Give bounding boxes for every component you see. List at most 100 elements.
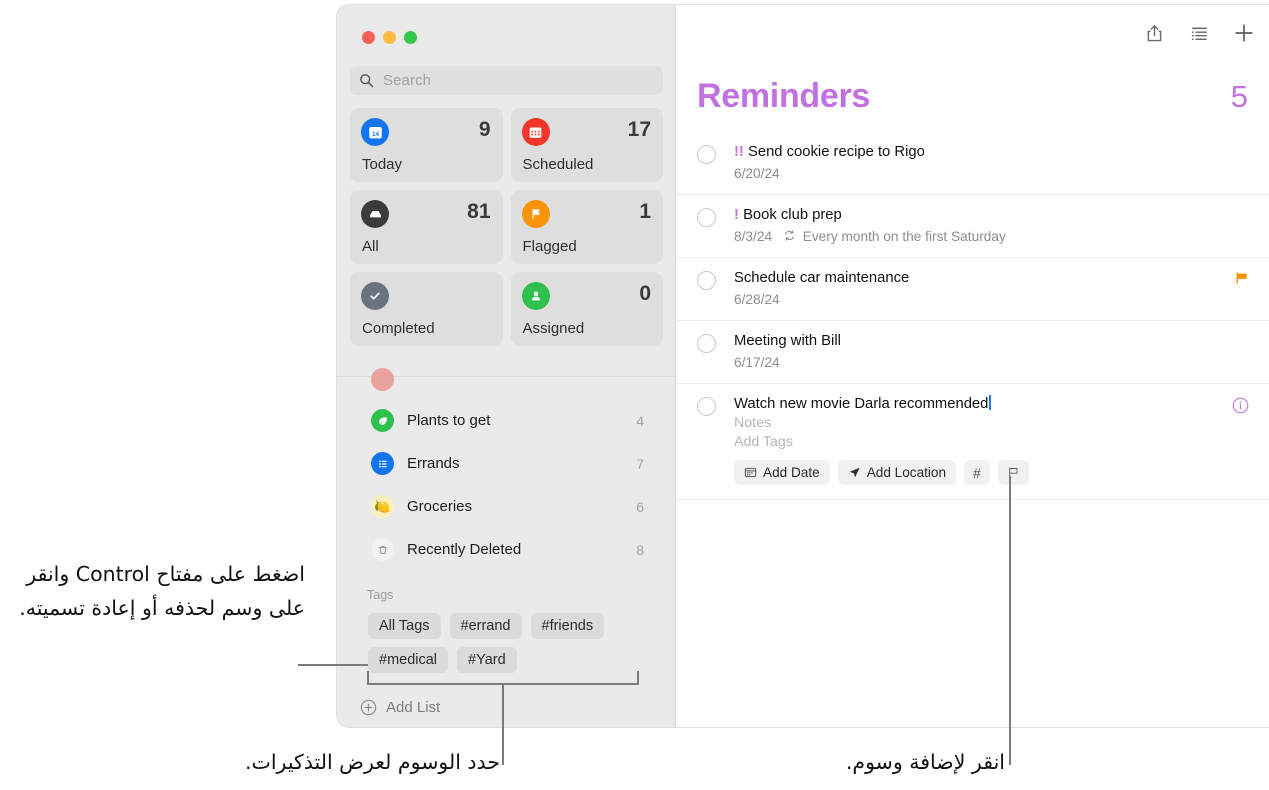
smart-list-count: 81: [467, 200, 491, 223]
plus-circle-icon: [360, 699, 377, 716]
smart-list-completed[interactable]: Completed: [350, 272, 503, 346]
complete-circle-button[interactable]: [697, 334, 716, 353]
callout-leader-line-add-tags: [1009, 476, 1011, 765]
smart-list-scheduled[interactable]: 17 Scheduled: [510, 108, 663, 182]
smart-list-label: All: [362, 238, 379, 255]
list-item[interactable]: Plants to get 4: [337, 399, 675, 442]
lemon-icon: 🍋: [371, 495, 394, 518]
smart-list-count: 1: [639, 200, 651, 223]
share-icon[interactable]: [1143, 22, 1165, 44]
user-lists-section[interactable]: Plants to get 4 Errands 7 🍋 Groceries 6 …: [337, 366, 675, 571]
reminder-row[interactable]: Meeting with Bill 6/17/24: [676, 321, 1269, 384]
reminder-title: Book club prep: [743, 207, 842, 223]
plus-icon[interactable]: [1233, 22, 1255, 44]
callout-click-add-tags: انقر لإضافة وسوم.: [845, 750, 1005, 774]
add-list-button[interactable]: Add List: [337, 687, 675, 727]
smart-list-assigned[interactable]: 0 Assigned: [510, 272, 663, 346]
reminder-row[interactable]: !! Send cookie recipe to Rigo 6/20/24: [676, 132, 1269, 195]
tag-all-tags[interactable]: All Tags: [368, 613, 441, 639]
add-location-label: Add Location: [866, 465, 947, 480]
calendar-scheduled-icon: [521, 118, 550, 146]
add-tag-button[interactable]: #: [964, 460, 990, 485]
location-arrow-icon: [848, 466, 861, 479]
callout-leader-line-tags-control: [298, 664, 368, 666]
add-tags-placeholder[interactable]: Add Tags: [734, 433, 1235, 452]
screenshot-root: Search 14 9 Today 17 Scheduled 81 All 1 …: [0, 0, 1269, 790]
add-list-label: Add List: [386, 698, 441, 716]
flag-icon: [1235, 271, 1249, 285]
smart-list-label: Scheduled: [522, 156, 594, 173]
calendar-icon: [744, 466, 757, 479]
reminder-title-line[interactable]: Watch new movie Darla recommended: [734, 395, 1235, 414]
bulleted-list-icon: [371, 452, 394, 475]
reminders-content-panel: Reminders 5 !! Send cookie recipe to Rig…: [676, 5, 1269, 727]
info-circle-icon[interactable]: [1232, 397, 1249, 414]
reminder-title: Watch new movie Darla recommended: [734, 396, 989, 412]
text-cursor: [989, 395, 991, 410]
reminder-date: 8/3/24: [734, 229, 773, 244]
priority-marker: !!: [734, 144, 744, 160]
minimize-button[interactable]: [383, 31, 396, 44]
add-location-button[interactable]: Add Location: [837, 460, 957, 485]
list-item-count: 4: [636, 412, 644, 429]
callout-bracket-right-tick: [637, 671, 639, 685]
tag-yard[interactable]: #Yard: [457, 647, 517, 673]
flag-button[interactable]: [997, 460, 1029, 485]
sort-list-icon[interactable]: [1188, 22, 1210, 44]
window-traffic-lights: [362, 31, 417, 44]
list-item-count: 8: [636, 541, 644, 558]
reminder-title: Schedule car maintenance: [734, 270, 910, 286]
reminders-list: !! Send cookie recipe to Rigo 6/20/24 ! …: [676, 132, 1269, 500]
list-item-partially-scrolled[interactable]: [371, 368, 394, 391]
reminder-row[interactable]: Schedule car maintenance 6/28/24: [676, 258, 1269, 321]
smart-list-count: 17: [627, 118, 651, 141]
notes-placeholder[interactable]: Notes: [734, 414, 1235, 433]
list-item-label: Plants to get: [407, 412, 491, 429]
tag-medical[interactable]: #medical: [368, 647, 449, 673]
hash-icon: #: [973, 464, 981, 481]
callout-tags-control-click: اضغط على مفتاح Control وانقر على وسم لحذ…: [19, 562, 305, 620]
complete-circle-button[interactable]: [697, 271, 716, 290]
complete-circle-button[interactable]: [697, 397, 716, 416]
zoom-button[interactable]: [404, 31, 417, 44]
list-item[interactable]: Recently Deleted 8: [337, 528, 675, 571]
search-placeholder: Search: [383, 72, 432, 89]
search-field[interactable]: Search: [350, 66, 663, 95]
tag-errand[interactable]: #errand: [449, 613, 522, 639]
reminder-title: Meeting with Bill: [734, 333, 841, 349]
page-title: Reminders: [697, 77, 871, 115]
tags-list: All Tags #errand #friends #medical #Yard: [368, 613, 658, 673]
smart-list-all[interactable]: 81 All: [350, 190, 503, 264]
list-item[interactable]: Errands 7: [337, 442, 675, 485]
reminder-title-line: Schedule car maintenance: [734, 269, 1235, 288]
reminders-window: Search 14 9 Today 17 Scheduled 81 All 1 …: [337, 5, 1269, 727]
list-item-label: Errands: [407, 455, 460, 472]
trash-icon: [371, 538, 394, 561]
complete-circle-button[interactable]: [697, 208, 716, 227]
close-button[interactable]: [362, 31, 375, 44]
list-item[interactable]: 🍋 Groceries 6: [337, 485, 675, 528]
content-toolbar: [1143, 22, 1255, 44]
complete-circle-button[interactable]: [697, 145, 716, 164]
add-date-label: Add Date: [763, 465, 820, 480]
priority-marker: !: [734, 207, 739, 223]
tag-friends[interactable]: #friends: [530, 613, 605, 639]
svg-text:14: 14: [372, 130, 379, 137]
list-item-count: 6: [636, 498, 644, 515]
reminder-row-editing[interactable]: Watch new movie Darla recommended Notes …: [676, 384, 1269, 500]
reminder-row[interactable]: ! Book club prep 8/3/24 Every month on t…: [676, 195, 1269, 258]
smart-list-label: Assigned: [522, 320, 585, 337]
sidebar: Search 14 9 Today 17 Scheduled 81 All 1 …: [337, 5, 676, 727]
smart-list-count: 0: [639, 282, 651, 305]
reminder-subtitle: 8/3/24 Every month on the first Saturday: [734, 227, 1235, 246]
smart-list-label: Flagged: [522, 238, 577, 255]
list-item-label: Groceries: [407, 498, 473, 515]
reminder-date: 6/28/24: [734, 292, 780, 307]
smart-list-flagged[interactable]: 1 Flagged: [510, 190, 663, 264]
reminder-title-line: ! Book club prep: [734, 206, 1235, 225]
callout-bracket-left-tick: [367, 671, 369, 685]
smart-list-label: Today: [362, 156, 403, 173]
smart-list-today[interactable]: 14 9 Today: [350, 108, 503, 182]
smart-lists-grid: 14 9 Today 17 Scheduled 81 All 1 Flagged…: [350, 108, 663, 346]
add-date-button[interactable]: Add Date: [734, 460, 830, 485]
